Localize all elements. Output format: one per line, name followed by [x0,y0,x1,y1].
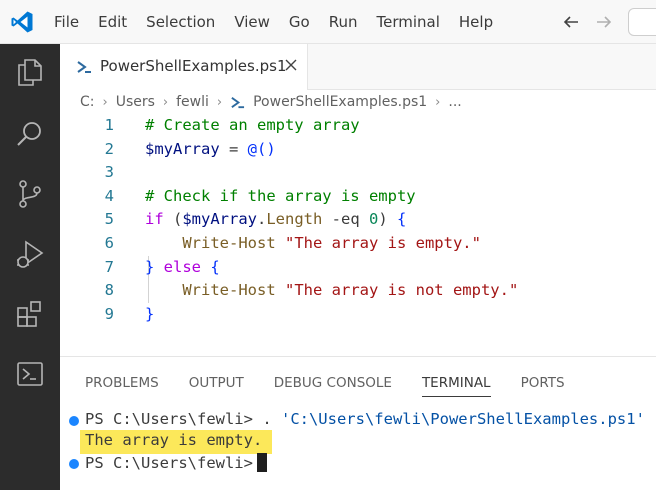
breadcrumb-fewli[interactable]: fewli [176,94,209,110]
menu-view[interactable]: View [234,13,270,31]
menu-run[interactable]: Run [329,13,358,31]
terminal-cursor [256,453,267,472]
search-icon[interactable] [14,118,46,150]
code-cmdlet: Write-Host [182,281,276,300]
code-keyword: if [145,210,164,229]
line-number: 5 [104,210,114,229]
terminal-line: The array is empty. [60,430,656,454]
code-variable: $myArray [145,139,220,158]
close-icon[interactable] [284,58,298,72]
bottom-panel: PROBLEMS OUTPUT DEBUG CONSOLE TERMINAL P… [60,356,656,490]
code-line: 8 Write-Host "The array is not empty." [60,279,656,303]
code-dot: . [257,210,267,229]
chevron-right-icon: › [102,94,108,110]
command-decoration-icon[interactable] [69,459,79,469]
panel-tab-output[interactable]: OUTPUT [189,357,244,409]
forward-arrow-icon[interactable] [594,12,614,32]
code-brace: } [145,304,155,323]
code-variable: $myArray [182,210,257,229]
code-line: 2 $myArray = @() [60,138,656,162]
code-line: 9 } [60,303,656,327]
terminal-prompt: PS C:\Users\fewli> [85,454,253,472]
powershell-icon[interactable] [14,358,46,390]
code-paren: ( [163,210,183,229]
panel-tabs: PROBLEMS OUTPUT DEBUG CONSOLE TERMINAL P… [85,357,595,409]
activity-bar [0,44,60,490]
panel-tab-problems[interactable]: PROBLEMS [85,357,159,409]
line-number: 7 [104,257,114,276]
terminal-line: PS C:\Users\fewli> . 'C:\Users\fewli\Pow… [60,409,656,431]
terminal-command: . [262,410,281,428]
back-arrow-icon[interactable] [561,12,581,32]
menu-bar: File Edit Selection View Go Run Terminal… [54,0,512,44]
breadcrumb-file[interactable]: PowerShellExamples.ps1 [253,94,427,110]
menu-file[interactable]: File [54,13,79,31]
code-line: 4 # Check if the array is empty [60,185,656,209]
panel-tab-terminal[interactable]: TERMINAL [421,357,491,409]
run-debug-icon[interactable] [14,238,46,270]
menu-selection[interactable]: Selection [146,13,215,31]
breadcrumb-drive[interactable]: C: [80,94,95,110]
code-string: "The array is empty." [285,234,481,252]
explorer-icon[interactable] [14,56,46,88]
code-operator: -eq [322,210,370,229]
code-string: "The array is not empty." [285,281,519,300]
code-line: 1 # Create an empty array [60,114,656,138]
code-line: 3 [60,161,656,185]
powershell-file-icon [77,61,91,73]
editor-tab-strip: PowerShellExamples.ps1 [60,44,656,90]
breadcrumb: C: › Users › fewli › PowerShellExamples.… [60,90,656,114]
line-number: 1 [104,116,114,134]
panel-tab-ports[interactable]: PORTS [521,357,565,409]
line-number: 4 [104,186,114,205]
code-editor[interactable]: 1 # Create an empty array 2 $myArray = @… [60,114,656,354]
chevron-right-icon: › [216,94,223,110]
code-brace: { [210,257,220,276]
command-center[interactable] [628,8,656,36]
code-array-literal: @() [247,139,276,158]
terminal-path: 'C:\Users\fewli\PowerShellExamples.ps1' [280,410,645,428]
code-line: 6 Write-Host "The array is empty." [60,232,656,256]
menu-help[interactable]: Help [459,13,493,31]
code-cmdlet: Write-Host [182,234,276,252]
vscode-logo-icon[interactable] [10,10,34,34]
line-number: 3 [104,163,114,182]
menu-go[interactable]: Go [289,13,310,31]
code-brace: { [397,210,407,229]
source-control-icon[interactable] [14,178,46,210]
terminal-output: The array is empty. [85,431,263,449]
editor-tab[interactable]: PowerShellExamples.ps1 [60,44,308,90]
panel-tab-debug-console[interactable]: DEBUG CONSOLE [274,357,392,409]
command-decoration-icon[interactable] [69,416,79,426]
powershell-file-icon [231,96,245,108]
code-number: 0 [369,210,379,229]
title-bar: File Edit Selection View Go Run Terminal… [0,0,656,44]
code-line: 5 if ($myArray.Length -eq 0) { [60,208,656,232]
menu-edit[interactable]: Edit [98,13,127,31]
chevron-right-icon: › [435,94,441,110]
menu-terminal[interactable]: Terminal [377,13,440,31]
code-line: 7 } else { [60,256,656,280]
line-number: 6 [104,234,114,252]
line-number: 9 [104,304,114,323]
code-keyword: else [154,257,211,276]
extensions-icon[interactable] [14,298,46,330]
line-number: 8 [104,281,114,300]
code-property: Length [266,210,323,229]
breadcrumb-more[interactable]: ... [448,94,461,110]
editor-tab-label: PowerShellExamples.ps1 [100,57,287,75]
terminal-prompt: PS C:\Users\fewli> [85,410,263,428]
code-brace: } [145,257,155,276]
chevron-right-icon: › [162,94,169,110]
breadcrumb-users[interactable]: Users [116,94,155,110]
terminal-line: PS C:\Users\fewli> [60,452,656,474]
code-paren: ) [378,210,398,229]
code-comment: # Check if the array is empty [145,186,416,205]
line-number: 2 [104,139,114,158]
code-operator: = [219,139,248,158]
code-comment: # Create an empty array [145,116,360,134]
